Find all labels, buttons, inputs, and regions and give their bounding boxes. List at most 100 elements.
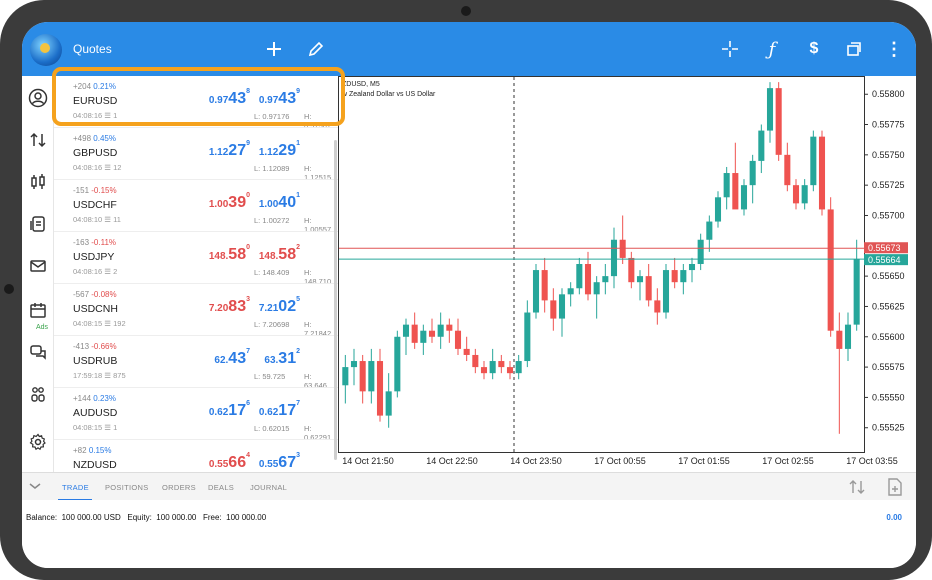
candle-body: [706, 221, 713, 240]
tab-trade[interactable]: TRADE: [62, 483, 89, 492]
candle-body: [342, 367, 349, 386]
ask-price[interactable]: 63.312: [264, 348, 300, 368]
plus-icon[interactable]: [260, 35, 288, 63]
quote-row-usdcnh[interactable]: -567 -0.08% USDCNH 04:08:15 ☰ 192 7.20833 7.…: [54, 284, 334, 338]
more-icon[interactable]: ⋮: [880, 35, 908, 63]
quote-change: -151 -0.15%: [73, 186, 117, 195]
new-document-icon[interactable]: [888, 478, 902, 501]
ask-price[interactable]: 0.62177: [259, 400, 300, 420]
candle-body: [758, 130, 765, 161]
candle-body: [550, 300, 557, 319]
bid-price[interactable]: 1.12279: [209, 140, 250, 160]
quote-row-nzdusd[interactable]: +82 0.15% NZDUSD 0.55664 0.55673: [54, 440, 334, 468]
candle-body: [749, 160, 756, 186]
ask-price[interactable]: 1.00401: [259, 192, 300, 212]
quote-symbol: GBPUSD: [73, 147, 118, 159]
quote-low: L: 148.409: [254, 268, 290, 277]
calendar-icon[interactable]: [26, 298, 50, 322]
ask-price[interactable]: 0.55673: [259, 452, 300, 468]
pencil-icon[interactable]: [302, 35, 330, 63]
bid-price[interactable]: 0.62176: [209, 400, 250, 420]
price-label: 0.55625: [872, 301, 905, 311]
quote-symbol: AUDUSD: [73, 407, 118, 419]
quote-low: L: 0.62015: [254, 424, 290, 433]
candle-body: [584, 264, 592, 295]
price-label: 0.55700: [872, 210, 905, 220]
tab-positions[interactable]: POSITIONS: [105, 483, 149, 492]
candle-body: [368, 361, 375, 392]
quote-symbol: NZDUSD: [73, 459, 117, 468]
ask-price[interactable]: 148.582: [259, 244, 300, 264]
time-label: 17 Oct 01:55: [678, 456, 730, 466]
toolbox-body: [22, 530, 916, 568]
price-label: 0.55800: [872, 89, 905, 99]
candle-body: [775, 88, 782, 155]
candle-body: [628, 257, 635, 283]
left-nav: Ads: [22, 76, 54, 476]
quote-symbol: USDCHF: [73, 199, 117, 211]
candle-body: [558, 294, 566, 319]
candle-body: [394, 336, 401, 392]
price-chart[interactable]: 0.55800 0.55775 0.55750 0.55725 0.55700 0.556…: [338, 76, 916, 472]
candle-body: [844, 324, 852, 349]
sort-icon[interactable]: [26, 128, 50, 152]
news-icon[interactable]: [26, 212, 50, 236]
candle-body: [740, 185, 748, 210]
time-label: 14 Oct 23:50: [510, 456, 562, 466]
tab-deals[interactable]: DEALS: [208, 483, 234, 492]
ask-price[interactable]: 1.12291: [259, 140, 300, 160]
candles-icon[interactable]: [26, 170, 50, 194]
tab-orders[interactable]: ORDERS: [162, 483, 196, 492]
candle-body: [411, 324, 418, 343]
quotes-scrollbar[interactable]: [334, 140, 337, 460]
settings-icon[interactable]: [26, 430, 50, 454]
crosshair-icon[interactable]: [716, 35, 744, 63]
quote-symbol: USDCNH: [73, 303, 118, 315]
quote-row-audusd[interactable]: +144 0.23% AUDUSD 04:08:15 ☰ 1 0.62176 0.621…: [54, 388, 334, 442]
bid-price[interactable]: 148.580: [209, 244, 250, 264]
chart-header: ZDUSD, M5 w Zealand Dollar vs US Dollar: [342, 80, 435, 100]
chart-description: w Zealand Dollar vs US Dollar: [342, 91, 436, 98]
mail-icon[interactable]: [26, 254, 50, 278]
community-icon[interactable]: [26, 382, 50, 406]
candle-body: [654, 300, 661, 313]
function-icon[interactable]: ƒ: [758, 35, 786, 63]
quote-row-usdrub[interactable]: -413 -0.66% USDRUB 17:59:18 ☰ 875 62.437 63.…: [54, 336, 334, 390]
quote-low: L: 1.00272: [254, 216, 290, 225]
candle-body: [836, 330, 843, 349]
candle-body: [792, 185, 800, 204]
sort-arrows-icon[interactable]: [848, 479, 866, 500]
candle-body: [506, 367, 514, 374]
candle-body: [680, 270, 687, 283]
ask-price[interactable]: 7.21025: [259, 296, 300, 316]
quote-row-usdchf[interactable]: -151 -0.15% USDCHF 04:08:10 ☰ 11 1.00390 1.0…: [54, 180, 334, 234]
tab-journal[interactable]: JOURNAL: [250, 483, 287, 492]
price-label: 0.55525: [872, 423, 905, 433]
bid-price[interactable]: 1.00390: [209, 192, 250, 212]
candle-body: [446, 324, 453, 331]
candle-body: [766, 88, 774, 131]
bid-price[interactable]: 7.20833: [209, 296, 250, 316]
account-icon[interactable]: [26, 86, 50, 110]
windows-icon[interactable]: [840, 35, 868, 63]
bid-price[interactable]: 0.55664: [209, 452, 250, 468]
quote-change: +144 0.23%: [73, 394, 116, 403]
candle-body: [671, 270, 678, 283]
chart-svg: 0.55800 0.55775 0.55750 0.55725 0.55700 0.556…: [338, 76, 908, 466]
bid-price[interactable]: 62.437: [214, 348, 250, 368]
dollar-icon[interactable]: $: [800, 35, 828, 63]
quote-change: -567 -0.08%: [73, 290, 117, 299]
chat-icon[interactable]: [26, 340, 50, 364]
price-label: 0.55750: [872, 150, 905, 160]
quote-symbol: USDRUB: [73, 355, 118, 367]
quote-low: L: 1.12089: [254, 164, 290, 173]
selected-quote-highlight: [52, 67, 345, 126]
candle-body: [532, 270, 540, 313]
candle-body: [688, 264, 696, 271]
quote-row-gbpusd[interactable]: +498 0.45% GBPUSD 04:08:16 ☰ 12 1.12279 1.12…: [54, 128, 334, 182]
toolbox-tabs: TRADE POSITIONS ORDERS DEALS JOURNAL: [22, 472, 916, 501]
chevron-down-icon[interactable]: [28, 479, 42, 498]
metatrader-logo-icon[interactable]: [30, 34, 62, 66]
ask-price-label: 0.55673: [868, 243, 901, 253]
quote-row-usdjpy[interactable]: -163 -0.11% USDJPY 04:08:16 ☰ 2 148.580 148.…: [54, 232, 334, 286]
